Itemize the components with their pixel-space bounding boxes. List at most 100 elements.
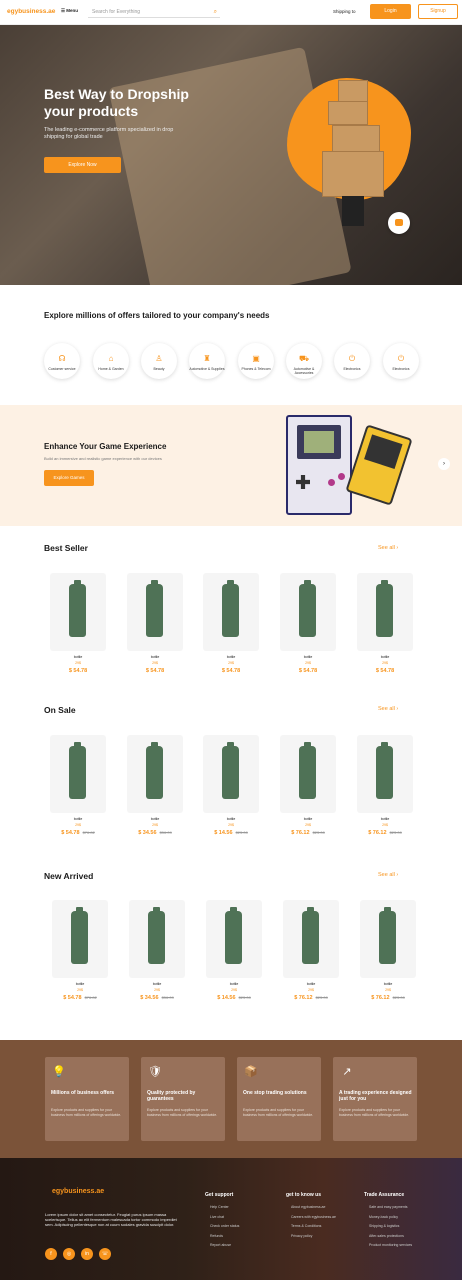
- category-item[interactable]: ⏻ Electronics: [334, 343, 370, 379]
- chat-button[interactable]: [388, 212, 410, 234]
- price-old: $56.09: [159, 830, 172, 835]
- product-qty: 29$: [75, 661, 81, 665]
- whatsapp-icon[interactable]: ☏: [99, 1248, 111, 1260]
- shipping-selector[interactable]: Shipping to: [333, 9, 356, 14]
- category-circle[interactable]: ⏻: [334, 343, 370, 379]
- header: egybusiness.ae ☰ Menu Search for Everyth…: [0, 0, 462, 25]
- explore-games-button[interactable]: Explore Games: [44, 470, 94, 486]
- explore-now-button[interactable]: Explore Now: [44, 157, 121, 173]
- footer-link[interactable]: Check order status: [210, 1224, 239, 1228]
- category-item[interactable]: ⛟ Automotive & Accessories: [286, 343, 322, 379]
- footer-logo[interactable]: egybusiness.ae: [52, 1188, 104, 1195]
- product-image[interactable]: [283, 900, 339, 978]
- category-item[interactable]: ☊ Customer service: [44, 343, 80, 379]
- category-circle[interactable]: ⌂: [93, 343, 129, 379]
- box-image: [328, 101, 368, 125]
- bottle-image: [225, 907, 242, 964]
- category-label: Automotive & Supplies: [189, 367, 225, 371]
- product-card[interactable]: bottle 29$ $ 76.12 $23.00: [360, 900, 416, 1001]
- product-card[interactable]: bottle 29$ $ 34.56 $56.09: [127, 735, 183, 836]
- product-image[interactable]: [357, 573, 413, 651]
- product-card[interactable]: bottle 29$ $ 14.56 $23.00: [206, 900, 262, 1001]
- product-card[interactable]: bottle 29$ $ 76.12 $23.00: [357, 735, 413, 836]
- product-price: $ 34.56 $56.09: [129, 995, 185, 1001]
- product-card[interactable]: bottle 29$ $ 54.78 $76.82: [50, 735, 106, 836]
- footer-link[interactable]: Product monitoring services: [369, 1243, 412, 1247]
- product-image[interactable]: [50, 735, 106, 813]
- bottle-image: [376, 580, 393, 637]
- site-logo[interactable]: egybusiness.ae: [7, 8, 55, 15]
- category-label: Automotive & Accessories: [293, 367, 315, 375]
- footer-link[interactable]: Help Center: [210, 1205, 229, 1209]
- product-image[interactable]: [203, 735, 259, 813]
- headset-icon: ☊: [58, 354, 66, 363]
- footer-link[interactable]: Money-back policy: [369, 1215, 398, 1219]
- feature-title: Quality protected by guarantees: [147, 1090, 196, 1102]
- product-card[interactable]: bottle 29$ $ 76.12 $23.00: [283, 900, 339, 1001]
- category-item[interactable]: ⌂ Home & Garden: [93, 343, 129, 379]
- footer-link[interactable]: About egybusiness.ae: [291, 1205, 325, 1209]
- categories-menu-button[interactable]: ☰ Menu: [61, 8, 78, 14]
- footer-link[interactable]: After-sales protections: [369, 1234, 404, 1238]
- search-icon[interactable]: ⌕: [214, 7, 217, 17]
- category-item[interactable]: ▣ Phones & Telecom: [238, 343, 274, 379]
- product-card[interactable]: bottle 29$ $ 54.78 $76.82: [52, 900, 108, 1001]
- price-current: $ 54.78: [298, 668, 318, 674]
- footer-link[interactable]: Safe and easy payments: [369, 1205, 408, 1209]
- product-image[interactable]: [50, 573, 106, 651]
- bottle-image: [146, 742, 163, 799]
- footer-link[interactable]: Privacy policy: [291, 1234, 312, 1238]
- product-qty: 29$: [305, 823, 311, 827]
- product-card[interactable]: bottle 29$ $ 54.78: [280, 573, 336, 674]
- category-item[interactable]: ♜ Automotive & Supplies: [189, 343, 225, 379]
- bottle-image: [222, 580, 239, 637]
- footer-link[interactable]: Refunds: [210, 1234, 223, 1238]
- footer-link[interactable]: Terms & Conditions: [291, 1224, 321, 1228]
- product-image[interactable]: [203, 573, 259, 651]
- instagram-icon[interactable]: ◎: [63, 1248, 75, 1260]
- product-image[interactable]: [127, 573, 183, 651]
- product-image[interactable]: [360, 900, 416, 978]
- product-image[interactable]: [127, 735, 183, 813]
- product-card[interactable]: bottle 29$ $ 54.78: [50, 573, 106, 674]
- product-card[interactable]: bottle 29$ $ 54.78: [357, 573, 413, 674]
- price-old: $56.09: [161, 995, 174, 1000]
- signup-button[interactable]: Signup: [418, 4, 458, 19]
- category-circle[interactable]: ☊: [44, 343, 80, 379]
- product-card[interactable]: bottle 29$ $ 34.56 $56.09: [129, 900, 185, 1001]
- product-image[interactable]: [206, 900, 262, 978]
- category-circle[interactable]: ⏻: [383, 343, 419, 379]
- product-image[interactable]: [357, 735, 413, 813]
- product-card[interactable]: bottle 29$ $ 54.78: [203, 573, 259, 674]
- product-image[interactable]: [129, 900, 185, 978]
- footer-link[interactable]: Report abuse: [210, 1243, 231, 1247]
- search-input[interactable]: Search for Everything ⌕: [88, 7, 220, 18]
- category-circle[interactable]: ♜: [189, 343, 225, 379]
- product-image[interactable]: [280, 573, 336, 651]
- category-circle[interactable]: ♙: [141, 343, 177, 379]
- footer-link[interactable]: Live chat: [210, 1215, 224, 1219]
- category-circle[interactable]: ▣: [238, 343, 274, 379]
- product-image[interactable]: [52, 900, 108, 978]
- product-price: $ 76.12 $23.00: [357, 830, 413, 836]
- price-current: $ 76.12: [294, 995, 313, 1001]
- gameboy-image: [286, 415, 352, 515]
- category-item[interactable]: ♙ Beauty: [141, 343, 177, 379]
- footer-link[interactable]: Careers with egybusiness.ae: [291, 1215, 336, 1219]
- login-button[interactable]: Login: [370, 4, 411, 19]
- category-label: Home & Garden: [98, 367, 124, 371]
- product-image[interactable]: [280, 735, 336, 813]
- product-card[interactable]: bottle 29$ $ 14.56 $23.00: [203, 735, 259, 836]
- product-card[interactable]: bottle 29$ $ 54.78: [127, 573, 183, 674]
- facebook-icon[interactable]: f: [45, 1248, 57, 1260]
- best-seller-see-all[interactable]: See all ›: [378, 545, 398, 551]
- product-card[interactable]: bottle 29$ $ 76.12 $23.00: [280, 735, 336, 836]
- feature-title: A trading experience designed just for y…: [339, 1090, 412, 1102]
- new-arrived-see-all[interactable]: See all ›: [378, 872, 398, 878]
- footer-link[interactable]: Shipping & logistics: [369, 1224, 399, 1228]
- linkedin-icon[interactable]: in: [81, 1248, 93, 1260]
- next-arrow-icon[interactable]: ›: [438, 458, 450, 470]
- category-item[interactable]: ⏻ Electronics: [383, 343, 419, 379]
- car-icon: ⛟: [298, 354, 310, 363]
- on-sale-see-all[interactable]: See all ›: [378, 706, 398, 712]
